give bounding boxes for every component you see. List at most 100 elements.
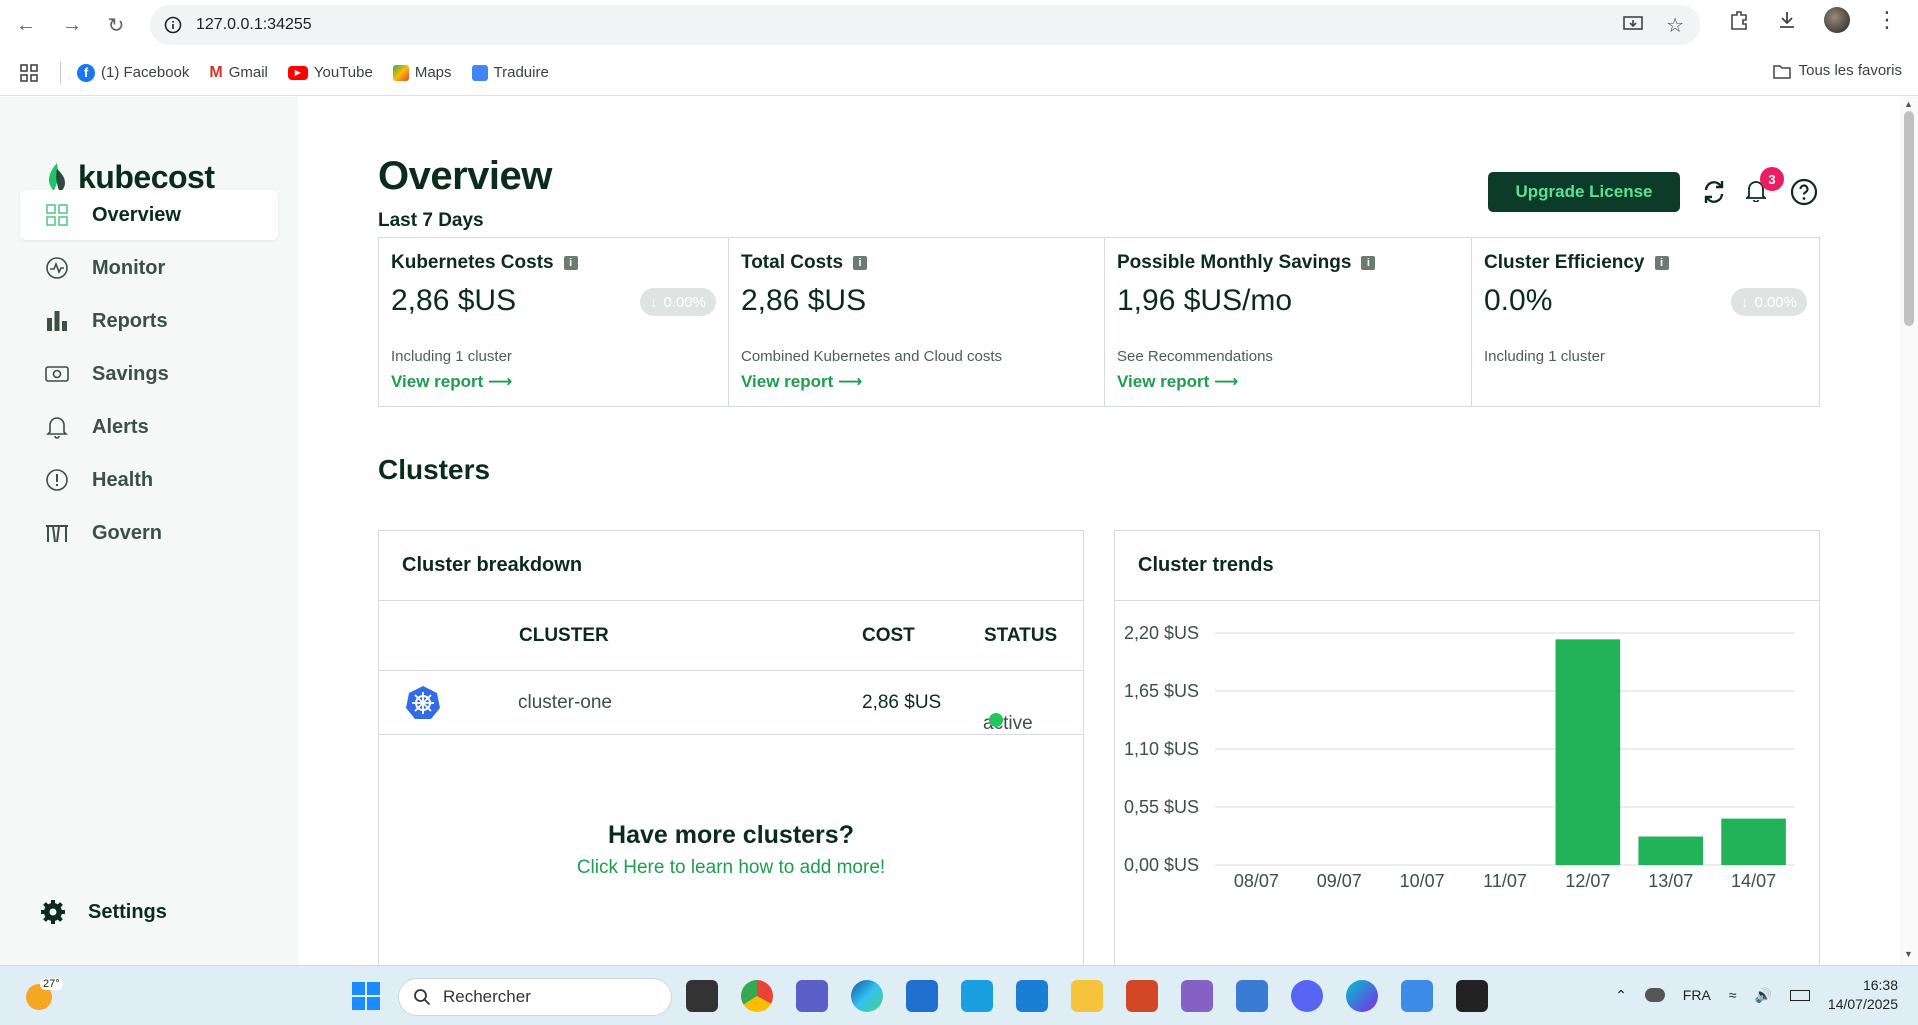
back-icon[interactable]: ← xyxy=(8,7,44,43)
bookmark-facebook[interactable]: f (1) Facebook xyxy=(77,63,189,82)
bookmark-traduire[interactable]: Traduire xyxy=(471,64,549,81)
nav-label: Savings xyxy=(92,362,169,385)
nav-label: Overview xyxy=(92,203,181,226)
reload-icon[interactable]: ↻ xyxy=(98,7,134,43)
nav-savings[interactable]: Savings xyxy=(20,349,278,399)
taskbar-search[interactable]: Rechercher xyxy=(398,978,672,1016)
bookmark-gmail[interactable]: M Gmail xyxy=(209,64,268,82)
profile-avatar[interactable] xyxy=(1824,7,1850,33)
column-header-cluster[interactable]: CLUSTER xyxy=(519,625,609,647)
powerpoint-icon[interactable] xyxy=(1126,980,1158,1012)
info-icon[interactable]: i xyxy=(1654,256,1669,270)
add-cluster-link[interactable]: Click Here to learn how to add more! xyxy=(379,857,1083,879)
table-row[interactable]: cluster-one 2,86 $US active xyxy=(379,671,1083,735)
scroll-down-icon[interactable]: ▼ xyxy=(1904,949,1913,959)
info-icon[interactable]: i xyxy=(853,256,868,270)
visual-studio-icon[interactable] xyxy=(1181,980,1213,1012)
table-header: CLUSTER COST STATUS xyxy=(379,601,1083,671)
bookmarks-bar: f (1) Facebook M Gmail ▶ YouTube Maps Tr… xyxy=(0,50,1918,96)
bookmark-star-icon[interactable]: ☆ xyxy=(1666,13,1684,38)
onedrive-icon[interactable] xyxy=(1644,988,1665,1002)
info-icon[interactable]: i xyxy=(1361,256,1376,270)
bookmark-youtube[interactable]: ▶ YouTube xyxy=(287,64,373,81)
x-tick-label: 12/07 xyxy=(1565,871,1610,891)
all-bookmarks[interactable]: Tous les favoris xyxy=(1772,62,1902,79)
change-pill: ↓ 0.00% xyxy=(1730,288,1807,316)
nav-overview[interactable]: Overview xyxy=(20,190,278,240)
x-tick-label: 08/07 xyxy=(1234,871,1279,891)
apps-grid-icon[interactable] xyxy=(20,63,38,82)
panel-title: Cluster breakdown xyxy=(379,531,1083,601)
view-report-link[interactable]: View report ⟶ xyxy=(391,372,512,392)
menu-icon[interactable]: ⋮ xyxy=(1876,7,1898,33)
bookmark-maps[interactable]: Maps xyxy=(392,64,452,81)
edge-icon[interactable] xyxy=(851,980,883,1012)
upgrade-license-button[interactable]: Upgrade License xyxy=(1488,172,1680,212)
download-icon[interactable] xyxy=(1776,9,1798,31)
refresh-icon[interactable] xyxy=(1700,178,1728,206)
nav-settings[interactable]: Settings xyxy=(16,887,274,937)
info-icon[interactable]: i xyxy=(563,256,578,270)
column-header-status[interactable]: STATUS xyxy=(984,625,1057,647)
task-view-icon[interactable] xyxy=(686,980,718,1012)
weather-widget[interactable]: 27° xyxy=(22,978,63,1014)
language-indicator[interactable]: FRA xyxy=(1683,987,1711,1003)
chrome-icon[interactable] xyxy=(741,980,773,1012)
view-report-link[interactable]: View report ⟶ xyxy=(741,372,862,392)
monitor-pulse-icon xyxy=(44,255,70,281)
column-header-cost[interactable]: COST xyxy=(862,625,915,647)
view-report-link[interactable]: View report ⟶ xyxy=(1117,372,1238,392)
chevron-up-icon[interactable]: ⌃ xyxy=(1615,987,1627,1004)
nav-reports[interactable]: Reports xyxy=(20,296,278,346)
folder-icon xyxy=(1772,64,1791,79)
nav-alerts[interactable]: Alerts xyxy=(20,402,278,452)
extensions-icon[interactable] xyxy=(1728,9,1750,31)
canva-icon[interactable] xyxy=(1346,980,1378,1012)
notepad-icon[interactable] xyxy=(1401,980,1433,1012)
search-placeholder: Rechercher xyxy=(443,987,531,1006)
teams-icon[interactable] xyxy=(796,980,828,1012)
clock[interactable]: 16:38 14/07/2025 xyxy=(1828,976,1898,1014)
myhp-icon[interactable] xyxy=(961,980,993,1012)
scroll-up-icon[interactable]: ▲ xyxy=(1904,99,1913,109)
vscode-icon[interactable] xyxy=(1016,980,1048,1012)
store-icon[interactable] xyxy=(906,980,938,1012)
site-info-icon[interactable] xyxy=(164,16,182,34)
wifi-icon[interactable]: ≈ xyxy=(1729,987,1737,1003)
card-note: Including 1 cluster xyxy=(391,348,512,365)
bar-14/07[interactable] xyxy=(1721,818,1786,865)
page-scrollbar[interactable]: ▲ ▼ xyxy=(1900,97,1918,965)
cluster-cost: 2,86 $US xyxy=(862,692,942,713)
card-note: See Recommendations xyxy=(1117,348,1273,365)
overview-grid-icon xyxy=(44,202,70,228)
forward-icon[interactable]: → xyxy=(54,7,90,43)
nav-label: Alerts xyxy=(92,415,149,438)
change-value: 0.00% xyxy=(663,293,706,311)
card-note: Combined Kubernetes and Cloud costs xyxy=(741,348,1002,365)
card-kubernetes-costs: Kubernetes Costs i 2,86 $US ↓ 0.00% Includ… xyxy=(379,238,729,406)
scrollbar-thumb[interactable] xyxy=(1904,111,1914,326)
discord-icon[interactable] xyxy=(1291,980,1323,1012)
summary-cards: Kubernetes Costs i 2,86 $US ↓ 0.00% Includ… xyxy=(378,237,1820,407)
nav-label: Monitor xyxy=(92,256,166,279)
terminal-icon[interactable] xyxy=(1456,980,1488,1012)
windows-start-icon[interactable] xyxy=(351,981,381,1011)
cluster-name[interactable]: cluster-one xyxy=(518,692,612,714)
python-icon[interactable] xyxy=(1236,980,1268,1012)
address-bar[interactable]: 127.0.0.1:34255 ☆ xyxy=(150,5,1700,45)
nav-monitor[interactable]: Monitor xyxy=(20,243,278,293)
card-title: Total Costs xyxy=(741,252,844,273)
nav-govern[interactable]: Govern xyxy=(20,508,278,558)
battery-icon[interactable] xyxy=(1789,989,1810,1001)
y-tick-label: 0,00 $US xyxy=(1124,855,1199,875)
health-alert-icon xyxy=(44,467,70,493)
volume-icon[interactable]: 🔊 xyxy=(1754,987,1771,1004)
install-app-icon[interactable] xyxy=(1622,13,1644,35)
file-explorer-icon[interactable] xyxy=(1071,980,1103,1012)
nav-health[interactable]: Health xyxy=(20,455,278,505)
help-icon[interactable] xyxy=(1790,178,1818,206)
url-text[interactable]: 127.0.0.1:34255 xyxy=(196,16,312,34)
kubernetes-icon xyxy=(406,686,440,719)
bar-13/07[interactable] xyxy=(1638,836,1704,865)
bar-12/07[interactable] xyxy=(1555,639,1621,865)
